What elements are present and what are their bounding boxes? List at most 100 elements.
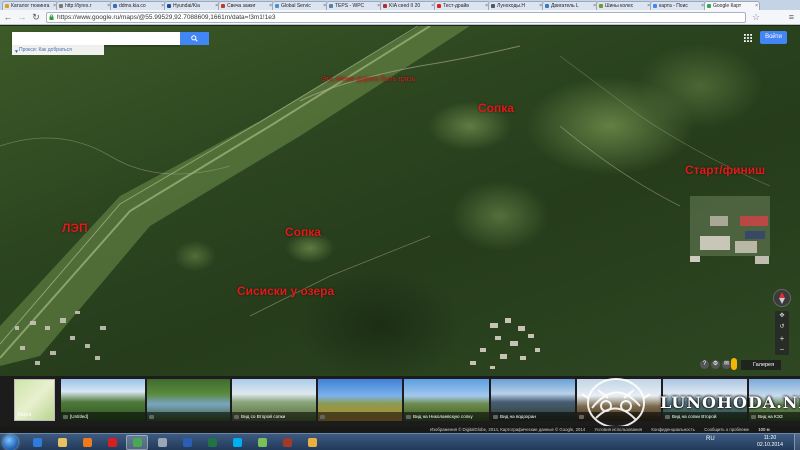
photo-caption: Вид на Николаевскую сопку	[404, 412, 489, 421]
zoom-in-button[interactable]: +	[775, 333, 789, 344]
browser-tab-strip: Каталог тюнинга × http://tyres.r × ddms.kia.…	[0, 0, 800, 10]
apps-grid-icon[interactable]	[744, 34, 752, 42]
back-arrow-icon[interactable]: ←	[2, 11, 14, 23]
browser-menu-icon[interactable]: ≡	[789, 12, 794, 22]
browser-tab[interactable]: Google Карт ×	[704, 1, 760, 10]
search-icon	[191, 35, 198, 42]
browser-tab[interactable]: карта - Поис ×	[650, 1, 706, 10]
compass-icon[interactable]	[773, 289, 791, 307]
browser-tab[interactable]: http://tyres.r ×	[56, 1, 112, 10]
tab-favicon-icon	[275, 4, 279, 8]
photo-caption: [Untitled]	[61, 412, 145, 421]
language-indicator[interactable]: RU	[706, 436, 715, 442]
scale-label: 100 м	[758, 427, 770, 432]
search-button[interactable]	[180, 32, 209, 45]
excel-icon[interactable]	[201, 435, 223, 450]
signin-button[interactable]: Войти	[760, 31, 787, 44]
folder-icon-glyph	[307, 438, 317, 447]
pegman-icon[interactable]	[731, 358, 737, 370]
map-label-start-finish: Старт/финиш	[685, 163, 766, 177]
chrome-icon[interactable]	[126, 435, 148, 450]
browser-tab[interactable]: Global Servic ×	[272, 1, 328, 10]
tab-favicon-icon	[383, 4, 387, 8]
ie-icon[interactable]	[26, 435, 48, 450]
directions-link[interactable]: ▼ Прокси: Как добраться	[12, 45, 104, 55]
reload-icon[interactable]: ↻	[30, 11, 42, 23]
tab-label: TEPS - WPC	[335, 3, 365, 9]
word-icon[interactable]	[176, 435, 198, 450]
browser-tab[interactable]: Тест-драйв ×	[434, 1, 490, 10]
address-bar[interactable]: https://www.google.ru/maps/@55.99529,92.…	[46, 11, 746, 23]
map-attribution-bar: Изображения © DigitalGlobe, 2014, Картог…	[0, 426, 800, 433]
browser-tab[interactable]: Двигатель L ×	[542, 1, 598, 10]
forward-arrow-icon[interactable]: →	[16, 11, 28, 23]
zoom-control: ✥ ↺ + −	[775, 311, 789, 355]
folder-icon[interactable]	[301, 435, 323, 450]
photo-thumb-6[interactable]: Вид на водохран	[491, 379, 575, 421]
browser-tab[interactable]: Hyundai/Kia ×	[164, 1, 220, 10]
settings-gear-icon[interactable]: ⚙	[711, 360, 720, 369]
photo-thumb-0[interactable]: Карта	[14, 379, 55, 421]
photo-thumb-3[interactable]: Вид со Второй сопки	[232, 379, 316, 421]
explorer-icon-glyph	[57, 438, 67, 447]
directions-icon: ▼	[14, 49, 19, 55]
browser-tab[interactable]: KIA ceed II 20 ×	[380, 1, 436, 10]
settings-icon[interactable]	[151, 435, 173, 450]
report-problem-link[interactable]: Сообщить о проблеме	[704, 427, 749, 432]
tab-favicon-icon	[437, 4, 441, 8]
browser-tab[interactable]: Луноходы.Н ×	[488, 1, 544, 10]
gallery-button[interactable]: Галерея	[741, 360, 781, 370]
explorer-icon[interactable]	[51, 435, 73, 450]
satellite-map[interactable]: Эта линия дорога быть грязь Сопка Старт/…	[0, 26, 800, 376]
browser-tab[interactable]: Каталог тюнинга ×	[2, 1, 58, 10]
opera-icon[interactable]	[101, 435, 123, 450]
tab-label: Hyundai/Kia	[173, 3, 200, 9]
browser-tab[interactable]: Шины колес ×	[596, 1, 652, 10]
browser-tab[interactable]: TEPS - WPC ×	[326, 1, 382, 10]
media-player-icon[interactable]	[76, 435, 98, 450]
tab-label: Каталог тюнинга	[11, 3, 50, 9]
map-label-lep: ЛЭП	[62, 221, 88, 235]
photo-caption: Вид на водохран	[491, 412, 575, 421]
skype-icon[interactable]	[226, 435, 248, 450]
photo-thumb-7[interactable]	[577, 379, 661, 421]
chrome-icon-glyph	[132, 438, 142, 447]
system-clock[interactable]: 11:20 02.10.2014	[750, 435, 790, 449]
share-icon[interactable]: ✉	[722, 360, 731, 369]
tool-icon[interactable]	[251, 435, 273, 450]
photo-thumb-2[interactable]	[147, 379, 230, 421]
paint-icon[interactable]	[276, 435, 298, 450]
photo-thumb-4[interactable]	[318, 379, 402, 421]
excel-icon-glyph	[207, 438, 217, 447]
tab-label: ddms.kia.co	[119, 3, 146, 9]
pan-icon[interactable]: ✥	[775, 311, 789, 322]
photo-thumb-1[interactable]: [Untitled]	[61, 379, 145, 421]
photo-caption: Вид на сопки Второй	[663, 412, 747, 421]
map-search-input[interactable]	[12, 32, 180, 45]
start-button[interactable]	[3, 435, 18, 450]
tab-label: Тест-драйв	[443, 3, 469, 9]
tab-label: KIA ceed II 20	[389, 3, 421, 9]
privacy-link[interactable]: Конфиденциальность	[651, 427, 695, 432]
tab-label: Луноходы.Н	[497, 3, 525, 9]
rotate-icon[interactable]: ↺	[775, 322, 789, 333]
photo-thumb-5[interactable]: Вид на Николаевскую сопку	[404, 379, 489, 421]
paint-icon-glyph	[282, 438, 292, 447]
zoom-out-button[interactable]: −	[775, 344, 789, 355]
tab-close-icon[interactable]: ×	[755, 2, 758, 10]
photo-caption: Вид со Второй сопки	[232, 412, 316, 421]
ie-icon-glyph	[32, 438, 42, 447]
screen: Каталог тюнинга × http://tyres.r × ddms.kia.…	[0, 0, 800, 450]
terms-link[interactable]: Условия использования	[594, 427, 642, 432]
tab-favicon-icon	[329, 4, 333, 8]
clock-time: 11:20	[763, 435, 777, 441]
directions-link-label: Прокси: Как добраться	[19, 47, 72, 53]
browser-tab[interactable]: ddms.kia.co ×	[110, 1, 166, 10]
bookmark-star-icon[interactable]: ☆	[752, 12, 760, 23]
browser-tab[interactable]: Свеча зажиг ×	[218, 1, 274, 10]
tab-favicon-icon	[221, 4, 225, 8]
show-desktop-button[interactable]	[794, 434, 800, 450]
tab-label: карта - Поис	[659, 3, 688, 9]
tab-label: Двигатель L	[551, 3, 579, 9]
help-icon[interactable]: ?	[700, 360, 709, 369]
